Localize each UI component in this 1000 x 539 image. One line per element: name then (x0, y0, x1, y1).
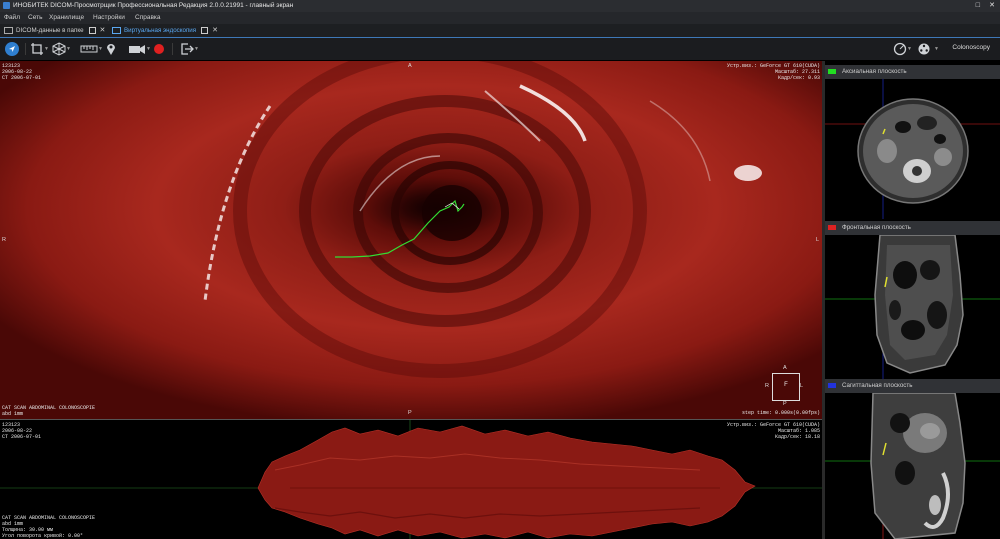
cube-label-top: A (783, 365, 787, 371)
menu-bar: Файл Сеть Хранилище Настройки Справка (0, 12, 1000, 24)
view-info-top-left: 123123 2006-08-22 CT 2006-07-01 (2, 63, 42, 81)
tab-bar: DICOM-данные в папке ✕ Виртуальная эндоск… (0, 24, 1000, 38)
folder-icon (4, 26, 13, 34)
detach-icon[interactable] (88, 26, 96, 34)
colon-lumen-render (0, 61, 822, 419)
sagittal-ct-image (825, 393, 1000, 539)
ruler-icon (80, 45, 98, 53)
navigate-button[interactable] (5, 42, 19, 56)
frontal-plane-header[interactable]: Фронтальная плоскость (825, 221, 1000, 235)
bottom-info-top-left: 123123 2006-08-22 CT 2006-07-01 (2, 422, 42, 440)
cube-label-right: L (800, 383, 804, 389)
toolbar: ▼ ▼ ▼ ▼ ▼ ▼ ▼ (0, 38, 1000, 60)
view-info-top-right: Устр.виз.: GeForce GT 610(CUDA) Масштаб:… (726, 63, 820, 81)
cube-icon (52, 42, 66, 56)
menu-settings[interactable]: Настройки (93, 12, 125, 24)
navigate-icon (9, 46, 15, 52)
cube-face-label: F (784, 382, 788, 388)
window-title: ИНОБИТЕК DICOM-Просмотрщик Профессиональ… (13, 2, 294, 9)
orientation-cube[interactable]: F (772, 373, 800, 401)
video-camera-icon (129, 45, 145, 54)
sagittal-plane-header[interactable]: Сагиттальная плоскость (825, 379, 1000, 393)
title-bar: ИНОБИТЕК DICOM-Просмотрщик Профессиональ… (0, 0, 1000, 12)
separator (172, 43, 173, 55)
tab-dicom-folder[interactable]: DICOM-данные в папке ✕ (4, 24, 105, 37)
record-icon (154, 44, 164, 54)
sagittal-plane-label: Сагиттальная плоскость (842, 382, 913, 389)
export-button[interactable]: ▼ (180, 42, 199, 56)
orientation-left: R (2, 237, 6, 243)
menu-help[interactable]: Справка (135, 12, 161, 24)
menu-file[interactable]: Файл (4, 12, 20, 24)
export-icon (181, 43, 194, 55)
tab-virtual-endoscopy[interactable]: Виртуальная эндоскопия ✕ (112, 24, 218, 37)
view-info-bottom-left: CAT SCAN ABDOMINAL COLONOSCOPIE abd 1mm (2, 405, 96, 417)
separator (25, 43, 26, 55)
unfolded-colon-render (0, 420, 822, 539)
axial-plane-view[interactable] (825, 79, 1000, 219)
mpr-panel: Аксиальная плоскость Фронтальная плоскос… (825, 61, 1000, 539)
unfolded-colon-view[interactable]: 123123 2006-08-22 CT 2006-07-01 Устр.виз… (0, 420, 822, 539)
frontal-plane-label: Фронтальная плоскость (842, 224, 911, 231)
tab-label: DICOM-данные в папке (16, 27, 84, 34)
endoscopy-icon (112, 26, 121, 34)
menu-storage[interactable]: Хранилище (49, 12, 84, 24)
view-info-bottom-right: step time: 0.000s(0.00fps) (741, 410, 820, 416)
preset-button[interactable]: ▼ (893, 42, 912, 56)
cube-label-left: R (765, 383, 769, 389)
orientation-top: A (408, 63, 412, 69)
cube-label-bottom: P (783, 401, 787, 407)
frontal-color-swatch (828, 225, 836, 230)
bottom-info-top-right: Устр.виз.: GeForce GT 610(CUDA) Масштаб:… (726, 422, 820, 440)
frontal-plane-view[interactable] (825, 235, 1000, 379)
ruler-button[interactable]: ▼ (80, 42, 103, 56)
rotate-3d-button[interactable]: ▼ (52, 42, 71, 56)
axial-plane-header[interactable]: Аксиальная плоскость (825, 65, 1000, 79)
menu-network[interactable]: Сеть (28, 12, 42, 24)
orientation-bottom: P (408, 410, 412, 416)
app-icon (3, 2, 10, 9)
close-tab-icon[interactable]: ✕ (100, 24, 106, 37)
map-pin-icon (107, 44, 115, 55)
crop-icon (31, 43, 43, 55)
film-reel-button[interactable]: ▼ (916, 42, 939, 56)
close-tab-icon[interactable]: ✕ (212, 24, 218, 37)
marker-button[interactable] (104, 42, 118, 56)
mode-label[interactable]: Colonoscopy (952, 44, 990, 51)
maximize-icon[interactable]: □ (976, 0, 980, 12)
camera-button[interactable]: ▼ (128, 42, 151, 56)
sagittal-color-swatch (828, 383, 836, 388)
axial-plane-label: Аксиальная плоскость (842, 68, 907, 75)
film-reel-icon (918, 43, 930, 55)
tab-label: Виртуальная эндоскопия (124, 27, 197, 34)
orientation-right: L (816, 237, 820, 243)
bottom-info-bottom-left: CAT SCAN ABDOMINAL COLONOSCOPIE abd 1mm … (2, 515, 96, 539)
record-button[interactable] (152, 42, 166, 56)
sagittal-plane-view[interactable] (825, 393, 1000, 539)
close-window-icon[interactable]: ✕ (989, 0, 995, 12)
axial-ct-image (825, 79, 1000, 219)
endoscopy-view[interactable]: 123123 2006-08-22 CT 2006-07-01 Устр.виз… (0, 61, 822, 419)
detach-icon[interactable] (201, 26, 209, 34)
frontal-ct-image (825, 235, 1000, 379)
axial-color-swatch (828, 69, 836, 74)
palette-icon (893, 42, 907, 56)
pan-zoom-button[interactable]: ▼ (30, 42, 49, 56)
